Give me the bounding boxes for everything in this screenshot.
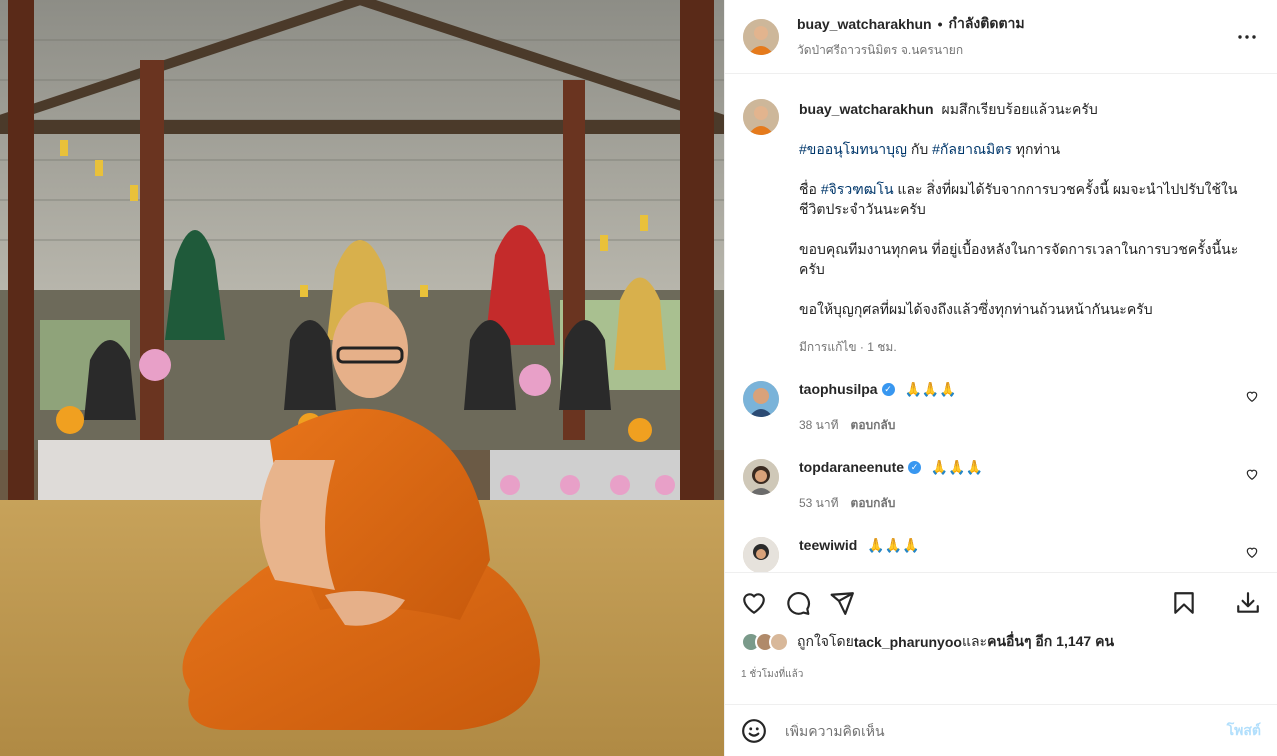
verified-badge-icon: ✓ xyxy=(881,382,895,396)
caption-text: ชื่อ xyxy=(799,181,821,197)
separator-dot: • xyxy=(937,16,943,32)
post-timestamp[interactable]: 1 ชั่วโมงที่แล้ว xyxy=(741,667,1261,682)
add-comment-bar: โพสต์ xyxy=(725,704,1277,756)
post-location[interactable]: วัดป่าศรีถาวรนิมิตร จ.นครนายก xyxy=(797,41,1235,60)
comment-text: 🙏🙏🙏 xyxy=(867,537,920,553)
comment-time: 53 นาที xyxy=(799,496,839,510)
caption-text: กับ xyxy=(906,141,933,157)
heart-icon[interactable] xyxy=(741,590,767,616)
hashtag-link[interactable]: #จิรวฑฒโน xyxy=(821,181,894,197)
hashtag-link[interactable]: #ขออนุโมทนาบุญ xyxy=(799,141,907,157)
commenter-avatar[interactable] xyxy=(743,537,779,572)
likes-summary[interactable]: ถูกใจโดย tack_pharunyoo และ คนอื่นๆ อีก … xyxy=(741,631,1261,653)
post-photo[interactable] xyxy=(0,0,724,756)
comments-list[interactable]: buay_watcharakhun ผมสึกเรียบร้อยแล้วนะคร… xyxy=(725,75,1277,572)
comment-item: topdaraneenute ✓ 🙏🙏🙏 53 นาที ตอบกลับ xyxy=(743,459,1259,513)
liker-avatars xyxy=(741,632,789,652)
caption-text: ขอบคุณทีมงานทุกคน ที่อยู่เบื้องหลังในการ… xyxy=(799,241,1239,277)
comment-heart-icon[interactable] xyxy=(1245,545,1259,559)
edited-timestamp: มีการแก้ไข · 1 ชม. xyxy=(799,340,897,354)
author-username[interactable]: buay_watcharakhun xyxy=(797,16,932,32)
temple-photo xyxy=(0,0,724,756)
reply-button[interactable]: ตอบกลับ xyxy=(851,416,896,435)
download-icon[interactable] xyxy=(1235,590,1261,616)
comment-item: taophusilpa ✓ 🙏🙏🙏 38 นาที ตอบกลับ xyxy=(743,381,1259,435)
likes-others[interactable]: คนอื่นๆ อีก 1,147 คน xyxy=(987,631,1114,653)
caption-line: ผมสึกเรียบร้อยแล้วนะครับ xyxy=(941,101,1098,117)
post-actions: ถูกใจโดย tack_pharunyoo และ คนอื่นๆ อีก … xyxy=(725,572,1277,682)
comment-item: teewiwid 🙏🙏🙏 xyxy=(743,537,1259,572)
comment-time: 38 นาที xyxy=(799,418,839,432)
hashtag-link[interactable]: #กัลยาณมิตร xyxy=(932,141,1012,157)
comment-icon[interactable] xyxy=(785,590,811,616)
post-header: buay_watcharakhun • กำลังติดตาม วัดป่าศร… xyxy=(725,0,1277,74)
post-side-panel: buay_watcharakhun • กำลังติดตาม วัดป่าศร… xyxy=(724,0,1277,756)
commenter-avatar[interactable] xyxy=(743,459,779,495)
caption-username[interactable]: buay_watcharakhun xyxy=(799,101,934,117)
comment-heart-icon[interactable] xyxy=(1245,467,1259,481)
emoji-icon[interactable] xyxy=(741,718,767,744)
commenter-username[interactable]: topdaraneenute xyxy=(799,459,904,475)
instagram-post-modal: buay_watcharakhun • กำลังติดตาม วัดป่าศร… xyxy=(0,0,1277,756)
comment-text: 🙏🙏🙏 xyxy=(930,459,984,475)
more-horizontal-icon[interactable] xyxy=(1235,25,1259,49)
commenter-username[interactable]: taophusilpa xyxy=(799,381,878,397)
bookmark-icon[interactable] xyxy=(1171,590,1197,616)
likes-prefix: ถูกใจโดย xyxy=(797,633,854,649)
comment-input[interactable] xyxy=(785,722,1227,739)
post-comment-button[interactable]: โพสต์ xyxy=(1227,720,1261,742)
caption: buay_watcharakhun ผมสึกเรียบร้อยแล้วนะคร… xyxy=(743,75,1259,357)
caption-text: ทุกท่าน xyxy=(1011,141,1061,157)
caption-text: ขอให้บุญกุศลที่ผมได้จงถึงแล้วซึ่งทุกท่าน… xyxy=(799,301,1153,317)
verified-badge-icon: ✓ xyxy=(908,460,922,474)
follow-status-button[interactable]: กำลังติดตาม xyxy=(949,13,1025,35)
comment-text: 🙏🙏🙏 xyxy=(904,381,957,397)
commenter-username[interactable]: teewiwid xyxy=(799,537,857,553)
send-icon[interactable] xyxy=(829,590,855,616)
comment-heart-icon[interactable] xyxy=(1245,389,1259,403)
liker-username[interactable]: tack_pharunyoo xyxy=(854,634,962,650)
commenter-avatar[interactable] xyxy=(743,381,779,417)
caption-avatar[interactable] xyxy=(743,99,779,135)
likes-mid: และ xyxy=(961,633,988,649)
author-avatar[interactable] xyxy=(743,18,779,55)
reply-button[interactable]: ตอบกลับ xyxy=(851,494,896,513)
